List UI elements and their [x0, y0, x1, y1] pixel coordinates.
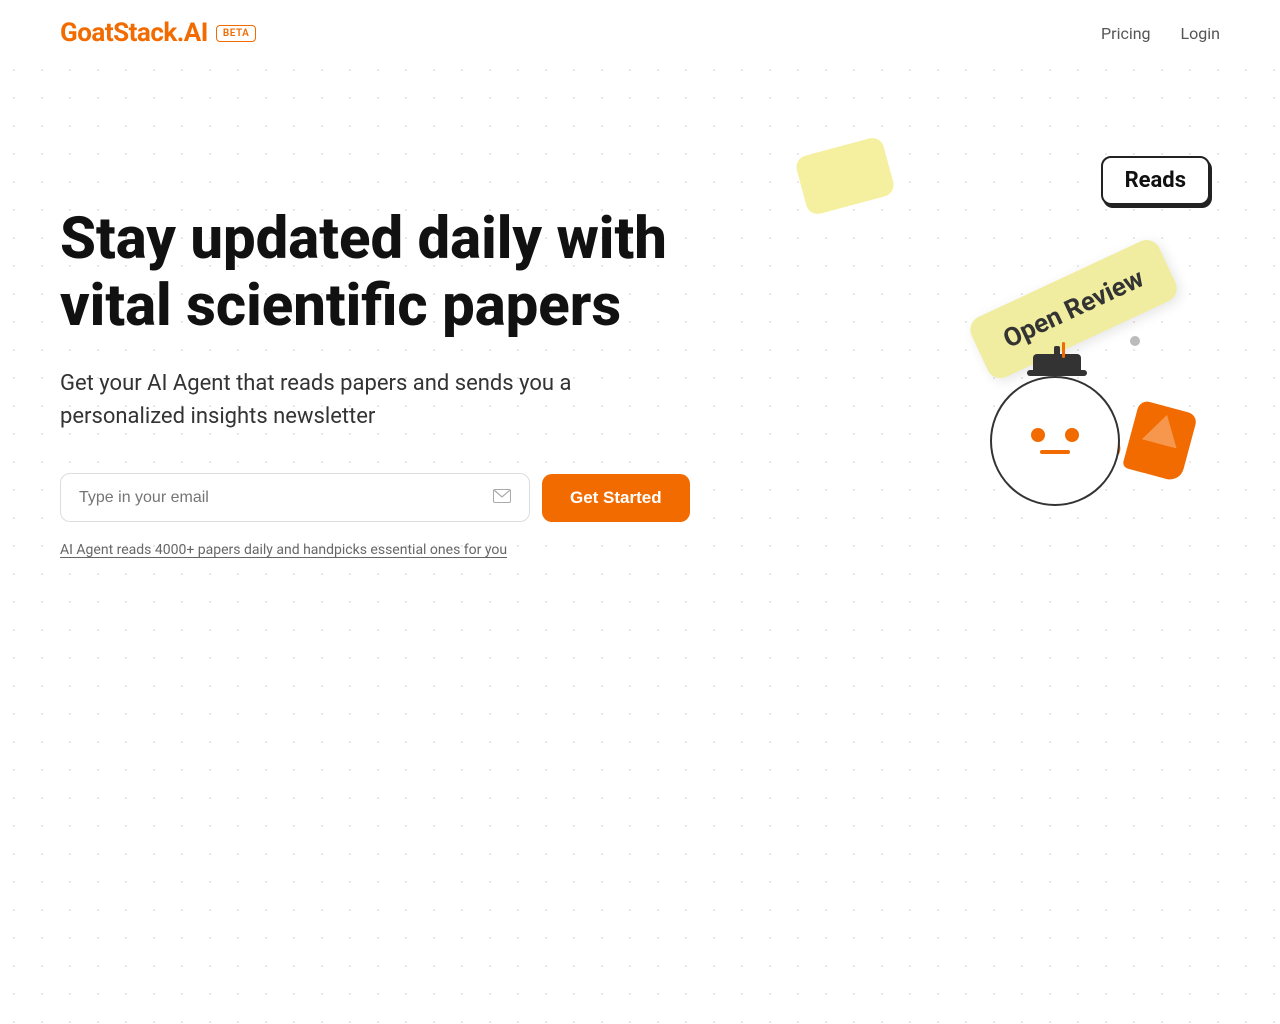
hero-heading: Stay updated daily with vital scientific…	[60, 206, 720, 339]
get-started-button[interactable]: Get Started	[542, 474, 690, 522]
robot-eye-left	[1031, 428, 1045, 442]
robot-eyes	[1031, 428, 1079, 442]
logo-area: GoatStack.AI BETA	[60, 18, 256, 48]
graduation-cap	[1033, 354, 1081, 372]
hero-subtext: Get your AI Agent that reads papers and …	[60, 367, 640, 433]
robot-mouth	[1040, 450, 1070, 454]
speech-bubble-top	[794, 135, 896, 216]
main-content: Stay updated daily with vital scientific…	[0, 66, 1280, 626]
cap-tassel	[1062, 342, 1065, 358]
nav-login[interactable]: Login	[1181, 24, 1220, 43]
robot-eye-right	[1065, 428, 1079, 442]
robot-face	[990, 376, 1120, 506]
logo-text: GoatStack.AI	[60, 18, 208, 48]
beta-badge: BETA	[216, 25, 256, 42]
orange-arrow-icon	[1122, 399, 1198, 482]
reads-badge: Reads	[1101, 156, 1210, 205]
email-input-wrapper	[60, 473, 530, 522]
email-input[interactable]	[79, 489, 483, 507]
hero-left: Stay updated daily with vital scientific…	[60, 186, 720, 558]
tagline: AI Agent reads 4000+ papers daily and ha…	[60, 542, 720, 558]
hero-illustration: Reads Open Review vLX16	[800, 146, 1220, 566]
nav-links: Pricing Login	[1101, 24, 1220, 43]
navbar: GoatStack.AI BETA Pricing Login	[0, 0, 1280, 66]
gray-dot-2	[1130, 336, 1140, 346]
email-icon	[493, 488, 511, 507]
nav-pricing[interactable]: Pricing	[1101, 24, 1151, 43]
email-form: Get Started	[60, 473, 720, 522]
